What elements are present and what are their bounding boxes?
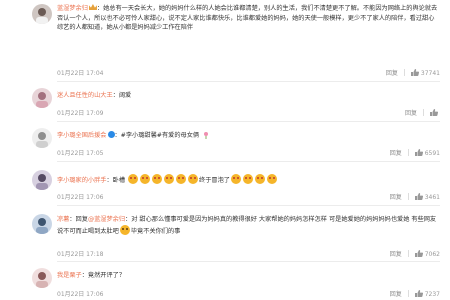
like-button[interactable] <box>430 108 440 117</box>
comment-username[interactable]: 李小璐家的小胖手 <box>57 177 107 184</box>
comment-body: 李小璐家的小胖手：卧槽 终于冒泡了 <box>57 174 440 186</box>
divider <box>407 149 409 156</box>
mention-link[interactable]: @蓝湿梦余归 <box>88 216 125 223</box>
like-button[interactable]: 3461 <box>414 192 440 201</box>
divider <box>423 109 424 116</box>
comment-text: ：她总有一天会长大，她的妈妈什么样的人她会比谁都清楚，别人的生活，我们不清楚更不… <box>57 5 438 32</box>
smiley-face-icon <box>164 174 175 184</box>
comment-username[interactable]: 我是栗子 <box>57 272 82 279</box>
comment-text: ：竟然开评了？ <box>81 272 126 279</box>
smiley-face-icon <box>152 174 163 184</box>
comment-meta: 01月22日 17:05 回复 6591 <box>57 148 440 158</box>
like-count: 7062 <box>424 250 440 258</box>
divider <box>407 193 409 200</box>
reply-button[interactable]: 回复 <box>390 249 402 258</box>
comment-item: 蓝湿梦余归 ：她总有一天会长大，她的妈妈什么样的人她会比谁都清楚，别人的生活，我们… <box>0 0 450 82</box>
like-count: 37741 <box>420 69 440 77</box>
avatar[interactable] <box>32 268 52 288</box>
comment-item: 我是栗子：竟然开评了？ 01月22日 17:06 回复 7237 <box>0 262 450 300</box>
comment-text-after: 终于冒泡了 <box>199 177 230 184</box>
reply-button[interactable]: 回复 <box>405 108 417 117</box>
like-button[interactable]: 6591 <box>414 148 440 157</box>
comment-text-after: 毕竟不关你们的事 <box>130 227 181 235</box>
divider <box>407 290 409 297</box>
like-button[interactable]: 7237 <box>414 289 440 298</box>
smiley-face-icon <box>266 174 277 184</box>
avatar[interactable] <box>32 88 52 108</box>
smiley-face-icon <box>176 174 187 184</box>
thumbs-up-icon <box>414 148 423 156</box>
like-count: 3461 <box>424 193 440 201</box>
verified-badge-icon <box>88 4 97 10</box>
comment-text: ：#李小璐甜馨#有爱的母女俩 <box>114 132 200 139</box>
comment-meta: 01月22日 17:04 回复 37741 <box>57 68 440 78</box>
like-button[interactable]: 37741 <box>410 68 440 77</box>
comment-body: 凉薯：回复@蓝湿梦余归：对 甜心那么懂事可爱是因为妈妈真的教得很好 大家帮她的妈… <box>57 215 440 236</box>
verified-badge-icon <box>107 131 115 138</box>
smiley-face-icon <box>119 224 130 235</box>
comment-item: 李小璐家的小胖手：卧槽 终于冒泡了 01月22日 17:06 回复 3461 <box>0 162 450 206</box>
comment-body: 蓝湿梦余归 ：她总有一天会长大，她的妈妈什么样的人她会比谁都清楚，别人的生活，我们… <box>57 4 440 33</box>
thumbs-up-icon <box>414 289 423 297</box>
smiley-face-icon <box>188 174 199 184</box>
comment-item: 凉薯：回复@蓝湿梦余归：对 甜心那么懂事可爱是因为妈妈真的教得很好 大家帮她的妈… <box>0 206 450 262</box>
comment-meta: 01月22日 17:06 回复 3461 <box>57 192 440 202</box>
smiley-face-icon <box>128 174 139 184</box>
comment-body: 迷人且任性的山大王：阔爱 <box>57 91 440 101</box>
comment-body: 我是栗子：竟然开评了？ <box>57 271 440 281</box>
thumbs-up-icon <box>430 108 438 116</box>
comment-meta: 01月22日 17:06 回复 7237 <box>57 289 440 299</box>
thumbs-up-icon <box>414 192 423 200</box>
comment-meta: 01月22日 17:18 回复 7062 <box>57 249 440 259</box>
reply-button[interactable]: 回复 <box>390 192 402 201</box>
avatar[interactable] <box>32 4 52 24</box>
comment-time: 01月22日 17:09 <box>57 110 104 117</box>
smiley-face-icon <box>140 174 151 184</box>
comment-time: 01月22日 17:18 <box>57 251 104 258</box>
avatar[interactable] <box>32 170 52 190</box>
comment-text: ：阔爱 <box>112 92 132 99</box>
thumbs-up-icon <box>414 249 423 257</box>
like-button[interactable]: 7062 <box>414 249 440 258</box>
flower-icon <box>204 132 209 139</box>
smiley-face-icon <box>254 174 265 184</box>
thumbs-up-icon <box>410 68 419 76</box>
reply-button[interactable]: 回复 <box>390 289 402 298</box>
divider <box>407 250 409 257</box>
comment-text: ：回复 <box>69 216 88 223</box>
comment-body: 李小璐全国后援会 ：#李小璐甜馨#有爱的母女俩 <box>57 131 440 141</box>
comment-username[interactable]: 迷人且任性的山大王 <box>57 92 113 99</box>
avatar[interactable] <box>32 128 52 148</box>
smiley-face-icon <box>242 174 253 184</box>
comment-username[interactable]: 凉薯 <box>57 216 69 223</box>
comment-username[interactable]: 李小璐全国后援会 <box>57 132 107 139</box>
comment-username[interactable]: 蓝湿梦余归 <box>57 5 88 12</box>
comment-time: 01月22日 17:05 <box>57 150 104 157</box>
comment-item: 李小璐全国后援会 ：#李小璐甜馨#有爱的母女俩 01月22日 17:05 回复 6… <box>0 122 450 162</box>
like-count: 6591 <box>424 149 440 157</box>
reply-button[interactable]: 回复 <box>390 148 402 157</box>
comment-meta: 01月22日 17:09 回复 <box>57 108 440 118</box>
comment-item: 迷人且任性的山大王：阔爱 01月22日 17:09 回复 <box>0 82 450 122</box>
reply-button[interactable]: 回复 <box>386 68 398 77</box>
like-count: 7237 <box>424 290 440 298</box>
comment-time: 01月22日 17:04 <box>57 70 104 77</box>
comment-time: 01月22日 17:06 <box>57 194 104 201</box>
comment-time: 01月22日 17:06 <box>57 291 104 298</box>
avatar[interactable] <box>32 214 52 234</box>
divider <box>403 69 405 76</box>
comment-text: ：卧槽 <box>106 177 126 184</box>
smiley-face-icon <box>230 174 241 184</box>
